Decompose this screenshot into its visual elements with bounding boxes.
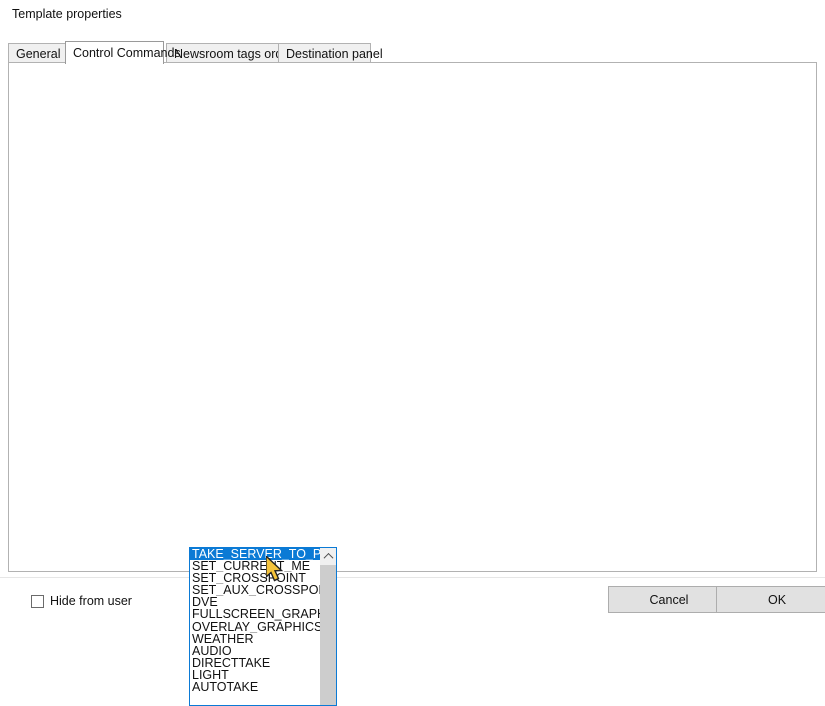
footer-separator bbox=[0, 577, 825, 578]
tab-strip: General Control Commands Newsroom tags o… bbox=[8, 41, 817, 63]
dropdown-item[interactable]: SET_AUX_CROSSPOINT bbox=[190, 584, 320, 596]
tab-page-control-commands bbox=[8, 62, 817, 572]
checkbox-hide-from-user-label: Hide from user bbox=[50, 594, 132, 608]
tab-destination-panel[interactable]: Destination panel bbox=[278, 43, 371, 63]
dropdown-item[interactable]: LIGHT bbox=[190, 669, 320, 681]
take-out-command-dropdown-list[interactable]: TAKE_SERVER_TO_PROG SET_CURRENT_ME SET_C… bbox=[189, 547, 337, 706]
dropdown-vertical-scrollbar[interactable] bbox=[320, 548, 336, 705]
tab-general[interactable]: General bbox=[8, 43, 68, 63]
dropdown-item[interactable]: AUDIO bbox=[190, 645, 320, 657]
checkbox-hide-from-user[interactable]: Hide from user bbox=[31, 594, 132, 608]
tab-control-commands[interactable]: Control Commands bbox=[65, 41, 164, 64]
scroll-up-icon[interactable] bbox=[320, 548, 336, 565]
dropdown-item[interactable]: TAKE_SERVER_TO_PROG bbox=[190, 548, 320, 560]
dropdown-item[interactable]: DVE bbox=[190, 596, 320, 608]
dropdown-item[interactable]: OVERLAY_GRAPHICS bbox=[190, 621, 320, 633]
tab-newsroom-tags-order[interactable]: Newsroom tags order bbox=[166, 43, 279, 63]
ok-button[interactable]: OK bbox=[716, 586, 825, 613]
dropdown-item[interactable]: FULLSCREEN_GRAPHICS bbox=[190, 608, 320, 620]
cancel-button[interactable]: Cancel bbox=[608, 586, 730, 613]
scrollbar-thumb[interactable] bbox=[320, 565, 336, 705]
dropdown-item[interactable]: WEATHER bbox=[190, 633, 320, 645]
dropdown-item[interactable]: AUTOTAKE bbox=[190, 681, 320, 693]
checkbox-hide-from-user-box[interactable] bbox=[31, 595, 44, 608]
dropdown-item[interactable]: SET_CURRENT_ME bbox=[190, 560, 320, 572]
window-title: Template properties bbox=[12, 7, 122, 21]
dropdown-item[interactable]: SET_CROSSPOINT bbox=[190, 572, 320, 584]
dropdown-items[interactable]: TAKE_SERVER_TO_PROG SET_CURRENT_ME SET_C… bbox=[190, 548, 320, 693]
dropdown-item[interactable]: DIRECTTAKE bbox=[190, 657, 320, 669]
